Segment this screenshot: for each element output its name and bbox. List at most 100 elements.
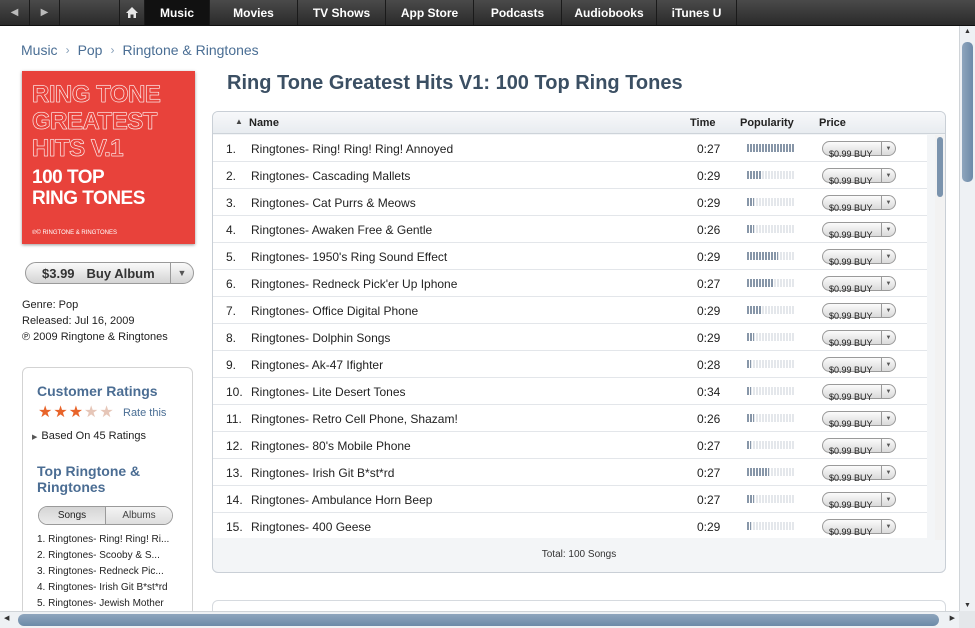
vertical-scroll-thumb[interactable] bbox=[962, 42, 973, 182]
column-header-time[interactable]: Time bbox=[690, 117, 715, 129]
rate-this-link[interactable]: Rate this bbox=[123, 407, 166, 419]
table-row[interactable]: 1. Ringtones- Ring! Ring! Ring! Annoyed 0:… bbox=[213, 135, 927, 162]
buy-song-button[interactable]: $0.99 BUY ▼ bbox=[822, 411, 896, 429]
songs-segment[interactable]: Songs bbox=[39, 507, 106, 524]
back-button[interactable]: ◀ bbox=[0, 0, 30, 25]
track-name[interactable]: Ringtones- Retro Cell Phone, Shazam! bbox=[251, 412, 458, 426]
chevron-down-icon[interactable]: ▼ bbox=[881, 493, 895, 506]
table-row[interactable]: 14. Ringtones- Ambulance Horn Beep 0:27 $0.… bbox=[213, 486, 927, 513]
tab-audiobooks[interactable]: Audiobooks bbox=[562, 0, 657, 25]
chevron-down-icon[interactable]: ▼ bbox=[881, 169, 895, 182]
star-rating[interactable]: ★ ★ ★ ★ ★ bbox=[38, 405, 114, 421]
column-header-name[interactable]: Name bbox=[249, 117, 279, 129]
breadcrumb-artist-link[interactable]: Ringtone & Ringtones bbox=[122, 42, 258, 58]
tab-app-store[interactable]: App Store bbox=[386, 0, 474, 25]
chevron-down-icon[interactable]: ▼ bbox=[881, 142, 895, 155]
table-row[interactable]: 15. Ringtones- 400 Geese 0:29 $0.99 BUY ▼ bbox=[213, 513, 927, 538]
tab-itunes-u[interactable]: iTunes U bbox=[657, 0, 737, 25]
chevron-down-icon[interactable]: ▼ bbox=[881, 412, 895, 425]
buy-song-button[interactable]: $0.99 BUY ▼ bbox=[822, 519, 896, 537]
track-name[interactable]: Ringtones- Redneck Pick'er Up Iphone bbox=[251, 277, 457, 291]
table-row[interactable]: 9. Ringtones- Ak-47 Ifighter 0:28 $0.99 BUY… bbox=[213, 351, 927, 378]
track-name[interactable]: Ringtones- Lite Desert Tones bbox=[251, 385, 406, 399]
table-scroll-thumb[interactable] bbox=[937, 137, 943, 197]
track-name[interactable]: Ringtones- 400 Geese bbox=[251, 520, 371, 534]
based-on-ratings[interactable]: ▶ Based On 45 Ratings bbox=[32, 430, 146, 442]
breadcrumb-pop-link[interactable]: Pop bbox=[78, 42, 103, 58]
buy-song-button[interactable]: $0.99 BUY ▼ bbox=[822, 222, 896, 240]
window-vertical-scrollbar[interactable]: ▲ ▼ bbox=[959, 26, 975, 611]
chevron-down-icon[interactable]: ▼ bbox=[881, 331, 895, 344]
top-song-item[interactable]: 3. Ringtones- Redneck Pic... bbox=[37, 564, 169, 580]
table-row[interactable]: 4. Ringtones- Awaken Free & Gentle 0:26 $0.… bbox=[213, 216, 927, 243]
track-name[interactable]: Ringtones- 80's Mobile Phone bbox=[251, 439, 411, 453]
chevron-down-icon[interactable]: ▼ bbox=[881, 277, 895, 290]
table-row[interactable]: 12. Ringtones- 80's Mobile Phone 0:27 $0.99… bbox=[213, 432, 927, 459]
chevron-down-icon[interactable]: ▼ bbox=[881, 223, 895, 236]
column-header-popularity[interactable]: Popularity bbox=[740, 117, 794, 129]
chevron-down-icon[interactable]: ▼ bbox=[881, 520, 895, 533]
buy-song-button[interactable]: $0.99 BUY ▼ bbox=[822, 492, 896, 510]
buy-song-button[interactable]: $0.99 BUY ▼ bbox=[822, 303, 896, 321]
buy-song-button[interactable]: $0.99 BUY ▼ bbox=[822, 465, 896, 483]
tab-music[interactable]: Music bbox=[145, 0, 210, 25]
buy-song-button[interactable]: $0.99 BUY ▼ bbox=[822, 438, 896, 456]
chevron-down-icon[interactable]: ▼ bbox=[881, 385, 895, 398]
table-row[interactable]: 13. Ringtones- Irish Git B*st*rd 0:27 $0.99… bbox=[213, 459, 927, 486]
track-name[interactable]: Ringtones- Dolphin Songs bbox=[251, 331, 390, 345]
albums-segment[interactable]: Albums bbox=[106, 507, 172, 524]
track-name[interactable]: Ringtones- Ambulance Horn Beep bbox=[251, 493, 432, 507]
chevron-down-icon[interactable]: ▼ bbox=[881, 466, 895, 479]
home-button[interactable] bbox=[120, 0, 145, 25]
top-song-item[interactable]: 5. Ringtones- Jewish Mother bbox=[37, 596, 169, 612]
window-horizontal-scrollbar[interactable]: ◀ ▶ bbox=[0, 611, 959, 628]
track-name[interactable]: Ringtones- Ak-47 Ifighter bbox=[251, 358, 383, 372]
album-artwork[interactable]: RING TONE GREATEST HITS V.1 100 TOP RING… bbox=[22, 71, 195, 244]
breadcrumb-music-link[interactable]: Music bbox=[21, 42, 58, 58]
scroll-left-icon[interactable]: ◀ bbox=[4, 614, 9, 622]
buy-song-button[interactable]: $0.99 BUY ▼ bbox=[822, 249, 896, 267]
buy-song-button[interactable]: $0.99 BUY ▼ bbox=[822, 357, 896, 375]
scroll-right-icon[interactable]: ▶ bbox=[950, 614, 955, 622]
table-row[interactable]: 2. Ringtones- Cascading Mallets 0:29 $0.99 … bbox=[213, 162, 927, 189]
table-row[interactable]: 11. Ringtones- Retro Cell Phone, Shazam! 0… bbox=[213, 405, 927, 432]
tab-tv-shows[interactable]: TV Shows bbox=[298, 0, 386, 25]
tab-podcasts[interactable]: Podcasts bbox=[474, 0, 562, 25]
table-row[interactable]: 3. Ringtones- Cat Purrs & Meows 0:29 $0.99 … bbox=[213, 189, 927, 216]
track-name[interactable]: Ringtones- Office Digital Phone bbox=[251, 304, 418, 318]
horizontal-scroll-thumb[interactable] bbox=[18, 614, 939, 626]
chevron-down-icon[interactable]: ▼ bbox=[881, 304, 895, 317]
track-name[interactable]: Ringtones- Awaken Free & Gentle bbox=[251, 223, 432, 237]
table-row[interactable]: 10. Ringtones- Lite Desert Tones 0:34 $0.99… bbox=[213, 378, 927, 405]
buy-song-button[interactable]: $0.99 BUY ▼ bbox=[822, 141, 896, 159]
sort-ascending-icon[interactable]: ▲ bbox=[235, 117, 243, 126]
top-song-item[interactable]: 2. Ringtones- Scooby & S... bbox=[37, 548, 169, 564]
table-scrollbar[interactable] bbox=[935, 135, 945, 540]
track-name[interactable]: Ringtones- Ring! Ring! Ring! Annoyed bbox=[251, 142, 453, 156]
column-header-price[interactable]: Price bbox=[819, 117, 846, 129]
scroll-down-icon[interactable]: ▼ bbox=[960, 602, 975, 609]
top-song-item[interactable]: 1. Ringtones- Ring! Ring! Ri... bbox=[37, 532, 169, 548]
buy-song-button[interactable]: $0.99 BUY ▼ bbox=[822, 276, 896, 294]
table-row[interactable]: 8. Ringtones- Dolphin Songs 0:29 $0.99 BUY ▼ bbox=[213, 324, 927, 351]
top-song-item[interactable]: 4. Ringtones- Irish Git B*st*rd bbox=[37, 580, 169, 596]
forward-button[interactable]: ▶ bbox=[30, 0, 60, 25]
chevron-down-icon[interactable]: ▼ bbox=[881, 439, 895, 452]
track-name[interactable]: Ringtones- Cascading Mallets bbox=[251, 169, 410, 183]
table-row[interactable]: 6. Ringtones- Redneck Pick'er Up Iphone 0:… bbox=[213, 270, 927, 297]
table-row[interactable]: 7. Ringtones- Office Digital Phone 0:29 $0.… bbox=[213, 297, 927, 324]
buy-options-dropdown[interactable]: ▼ bbox=[170, 263, 193, 283]
chevron-down-icon[interactable]: ▼ bbox=[881, 196, 895, 209]
buy-song-button[interactable]: $0.99 BUY ▼ bbox=[822, 168, 896, 186]
buy-album-button[interactable]: $3.99 Buy Album ▼ bbox=[25, 262, 194, 284]
chevron-down-icon[interactable]: ▼ bbox=[881, 358, 895, 371]
track-name[interactable]: Ringtones- Cat Purrs & Meows bbox=[251, 196, 416, 210]
table-row[interactable]: 5. Ringtones- 1950's Ring Sound Effect 0:2… bbox=[213, 243, 927, 270]
track-name[interactable]: Ringtones- 1950's Ring Sound Effect bbox=[251, 250, 447, 264]
buy-song-button[interactable]: $0.99 BUY ▼ bbox=[822, 330, 896, 348]
track-name[interactable]: Ringtones- Irish Git B*st*rd bbox=[251, 466, 394, 480]
tab-movies[interactable]: Movies bbox=[210, 0, 298, 25]
buy-song-button[interactable]: $0.99 BUY ▼ bbox=[822, 384, 896, 402]
scroll-up-icon[interactable]: ▲ bbox=[960, 28, 975, 35]
chevron-down-icon[interactable]: ▼ bbox=[881, 250, 895, 263]
